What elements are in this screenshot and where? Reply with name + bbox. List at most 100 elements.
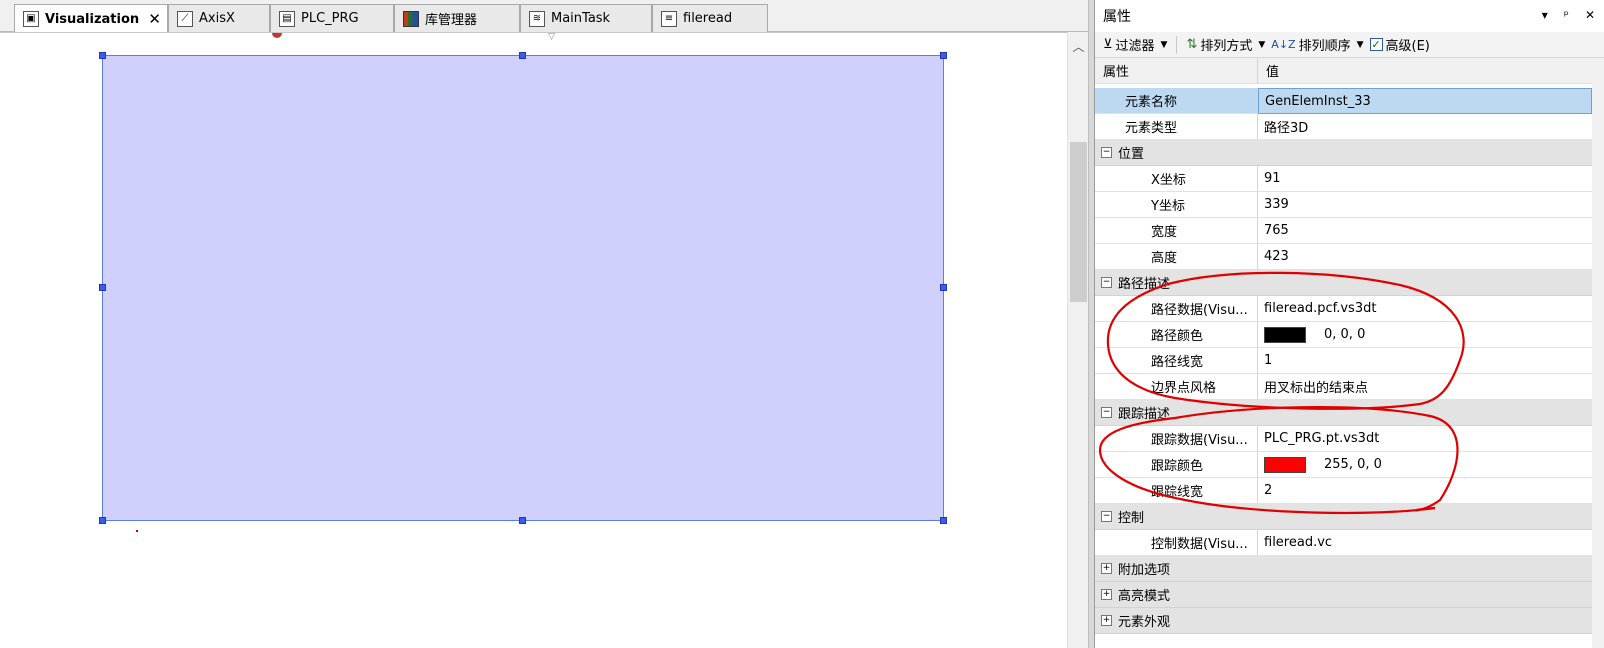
resize-handle[interactable] (99, 517, 106, 524)
category-label: 元素外观 (1118, 615, 1171, 630)
pin-icon[interactable]: ᵖ (1564, 8, 1569, 22)
scrollbar-thumb[interactable] (1070, 142, 1087, 302)
resize-handle[interactable] (519, 517, 526, 524)
properties-titlebar: 属性 ▾ ᵖ ✕ (1095, 0, 1604, 32)
property-row-width[interactable]: 宽度 765 (1095, 218, 1592, 244)
tab-label: AxisX (199, 11, 235, 26)
sort-order-button[interactable]: A↓Z 排列顺序 ▼ (1271, 35, 1363, 54)
resize-handle[interactable] (940, 284, 947, 291)
close-icon[interactable]: ✕ (148, 10, 161, 28)
collapse-icon[interactable]: − (1101, 511, 1112, 522)
property-value[interactable]: 路径3D (1258, 114, 1592, 140)
sort-by-button[interactable]: ⇅ 排列方式 ▼ (1186, 35, 1265, 54)
expand-icon[interactable]: + (1101, 589, 1112, 600)
close-icon[interactable]: ✕ (1585, 8, 1595, 22)
property-row-trace-color[interactable]: 跟踪颜色 255, 0, 0 (1095, 452, 1592, 478)
tab-visualization[interactable]: ▣ Visualization ✕ (14, 4, 168, 33)
category-trace-description[interactable]: − 跟踪描述 (1095, 400, 1592, 426)
category-label: 路径描述 (1118, 277, 1171, 292)
property-value[interactable]: 765 (1258, 218, 1592, 244)
property-value[interactable]: fileread.pcf.vs3dt (1258, 296, 1592, 322)
property-label: X坐标 (1095, 166, 1258, 192)
properties-toolbar: ⊻ 过滤器 ▼ ⇅ 排列方式 ▼ A↓Z 排列顺序 ▼ ✓ 高级(E) (1095, 32, 1604, 58)
resize-handle[interactable] (940, 52, 947, 59)
property-value[interactable]: PLC_PRG.pt.vs3dt (1258, 426, 1592, 452)
checkbox-checked-icon[interactable]: ✓ (1369, 38, 1383, 51)
tab-library-manager[interactable]: 库管理器 (394, 4, 520, 32)
property-row-path-width[interactable]: 路径线宽 1 (1095, 348, 1592, 374)
properties-vertical-scrollbar[interactable] (1592, 58, 1604, 648)
expand-icon[interactable]: + (1101, 615, 1112, 626)
property-row-trace-width[interactable]: 跟踪线宽 2 (1095, 478, 1592, 504)
property-value[interactable]: 2 (1258, 478, 1592, 504)
category-element-appearance[interactable]: + 元素外观 (1095, 608, 1592, 634)
property-value[interactable]: 423 (1258, 244, 1592, 270)
panel-title: 属性 (1103, 9, 1131, 25)
property-value[interactable]: 91 (1258, 166, 1592, 192)
visualization-icon: ▣ (23, 11, 39, 27)
category-extra-options[interactable]: + 附加选项 (1095, 556, 1592, 582)
column-header-value[interactable]: 值 (1258, 58, 1592, 84)
tab-plc-prg[interactable]: ▤ PLC_PRG (270, 4, 394, 32)
category-position[interactable]: − 位置 (1095, 140, 1592, 166)
resize-handle[interactable] (940, 517, 947, 524)
path3d-element[interactable] (102, 55, 944, 521)
property-row-trace-data[interactable]: 跟踪数据(Visu... PLC_PRG.pt.vs3dt (1095, 426, 1592, 452)
property-row-border-point-style[interactable]: 边界点风格 用叉标出的结束点 (1095, 374, 1592, 400)
property-row-path-data[interactable]: 路径数据(Visu... fileread.pcf.vs3dt (1095, 296, 1592, 322)
library-icon (403, 10, 419, 27)
tab-maintask[interactable]: ≋ MainTask (520, 4, 652, 32)
property-value[interactable]: 用叉标出的结束点 (1258, 374, 1592, 400)
property-row-x[interactable]: X坐标 91 (1095, 166, 1592, 192)
property-label: 跟踪颜色 (1095, 452, 1258, 478)
color-swatch[interactable] (1264, 456, 1306, 473)
tab-label: PLC_PRG (301, 11, 359, 26)
panel-menu-icon[interactable]: ▾ (1542, 8, 1548, 22)
filter-button[interactable]: ⊻ 过滤器 ▼ (1103, 35, 1167, 54)
property-row-control-data[interactable]: 控制数据(Visu... fileread.vc (1095, 530, 1592, 556)
property-row-y[interactable]: Y坐标 339 (1095, 192, 1592, 218)
column-header-property[interactable]: 属性 (1095, 58, 1258, 84)
category-path-description[interactable]: − 路径描述 (1095, 270, 1592, 296)
category-control[interactable]: − 控制 (1095, 504, 1592, 530)
tab-label: fileread (683, 11, 733, 26)
document-icon: ≡ (661, 10, 677, 27)
advanced-toggle[interactable]: ✓ 高级(E) (1369, 35, 1430, 54)
resize-handle[interactable] (519, 52, 526, 59)
category-label: 控制 (1118, 511, 1145, 526)
property-label: 路径数据(Visu... (1095, 296, 1258, 322)
resize-handle[interactable] (99, 284, 106, 291)
collapse-icon[interactable]: − (1101, 147, 1112, 158)
collapse-icon[interactable]: − (1101, 407, 1112, 418)
property-row-element-type[interactable]: 元素类型 路径3D (1095, 114, 1592, 140)
program-icon: ▤ (279, 10, 295, 27)
resize-handle[interactable] (99, 52, 106, 59)
filter-label: 过滤器 (1115, 39, 1155, 54)
task-icon: ≋ (529, 10, 545, 27)
grid-header: 属性 值 (1095, 58, 1592, 84)
property-label: 元素名称 (1095, 88, 1258, 114)
property-value[interactable]: 339 (1258, 192, 1592, 218)
property-value[interactable]: 1 (1258, 348, 1592, 374)
property-label: 宽度 (1095, 218, 1258, 244)
property-value[interactable]: fileread.vc (1258, 530, 1592, 556)
property-grid: 属性 值 元素名称 GenElemInst_33 元素类型 路径3D − 位置 X… (1095, 58, 1592, 648)
expand-icon[interactable]: + (1101, 563, 1112, 574)
property-value: 255, 0, 0 (1324, 457, 1382, 472)
property-row-height[interactable]: 高度 423 (1095, 244, 1592, 270)
scroll-up-icon[interactable]: ︿ (1068, 38, 1089, 55)
advanced-label: 高级(E) (1385, 39, 1430, 54)
axis-icon: ⟋ (177, 10, 193, 27)
property-row-path-color[interactable]: 路径颜色 0, 0, 0 (1095, 322, 1592, 348)
color-swatch[interactable] (1264, 326, 1306, 343)
property-value[interactable]: GenElemInst_33 (1258, 88, 1592, 114)
tab-fileread[interactable]: ≡ fileread (652, 4, 768, 32)
category-label: 高亮模式 (1118, 589, 1171, 604)
property-row-element-name[interactable]: 元素名称 GenElemInst_33 (1095, 88, 1592, 114)
collapse-icon[interactable]: − (1101, 277, 1112, 288)
editor-vertical-scrollbar[interactable]: ︿ (1067, 32, 1088, 648)
tab-axisx[interactable]: ⟋ AxisX (168, 4, 270, 32)
property-label: Y坐标 (1095, 192, 1258, 218)
category-label: 位置 (1118, 147, 1145, 162)
category-highlight-mode[interactable]: + 高亮模式 (1095, 582, 1592, 608)
